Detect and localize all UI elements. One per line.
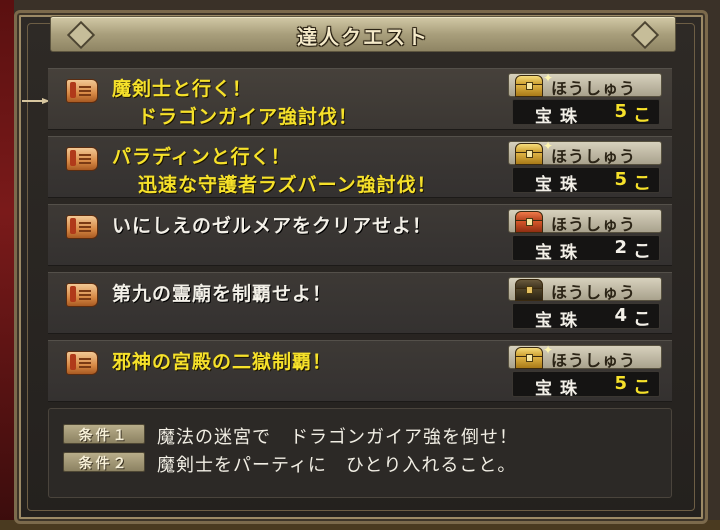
quest-title-line-1: 邪神の宮殿の二獄制覇！ (112, 351, 333, 373)
quest-title-line-1: 第九の霊廟を制覇せよ！ (112, 283, 333, 305)
scroll-icon (66, 215, 98, 239)
treasure-chest-icon: ✦ (515, 139, 553, 165)
reward-count: 2 (614, 237, 627, 258)
reward-header: ほうしゅう (508, 277, 662, 302)
reward-value: 宝珠 5 こ (512, 99, 660, 127)
reward-label: ほうしゅう (551, 215, 637, 234)
reward-box: ✦ ほうしゅう 宝珠 5 こ (508, 139, 662, 195)
reward-item-name: 宝珠 (535, 175, 585, 195)
reward-label: ほうしゅう (551, 79, 637, 98)
reward-box: ✦ ほうしゅう 宝珠 5 こ (508, 71, 662, 127)
quest-row[interactable]: 第九の霊廟を制覇せよ！ ほうしゅう 宝珠 4 こ (48, 272, 672, 334)
reward-value: 宝珠 5 こ (512, 167, 660, 195)
reward-value: 宝珠 4 こ (512, 303, 660, 331)
reward-value: 宝珠 2 こ (512, 235, 660, 263)
quest-title-line-2: ドラゴンガイア強討伐！ (138, 106, 359, 128)
reward-header: ✦ ほうしゅう (508, 71, 662, 98)
quest-row[interactable]: いにしえのゼルメアをクリアせよ！ ほうしゅう 宝珠 2 こ (48, 204, 672, 266)
reward-unit: こ (633, 241, 651, 262)
reward-item-name: 宝珠 (535, 311, 585, 331)
conditions-panel: 条件１ 魔法の迷宮で ドラゴンガイア強を倒せ！ 条件２ 魔剣士をパーティに ひと… (48, 408, 672, 498)
reward-box: ほうしゅう 宝珠 4 こ (508, 277, 662, 331)
condition-row: 条件１ 魔法の迷宮で ドラゴンガイア強を倒せ！ (63, 423, 663, 448)
reward-count: 5 (614, 169, 627, 190)
scroll-icon (66, 79, 98, 103)
reward-label: ほうしゅう (551, 147, 637, 166)
reward-box: ✦ ほうしゅう 宝珠 5 こ (508, 343, 662, 399)
quest-title-line-1: パラディンと行く！ (112, 146, 291, 168)
quest-title-line-1: 魔剣士と行く！ (112, 78, 253, 100)
reward-unit: こ (633, 309, 651, 330)
reward-value: 宝珠 5 こ (512, 371, 660, 399)
reward-count: 5 (614, 101, 627, 122)
reward-item-name: 宝珠 (535, 379, 585, 399)
treasure-chest-icon (515, 211, 543, 233)
title-bar: 達人クエスト (50, 16, 676, 52)
reward-label: ほうしゅう (551, 283, 637, 302)
background-left (0, 0, 14, 530)
reward-header: ✦ ほうしゅう (508, 139, 662, 166)
condition-text: 魔法の迷宮で ドラゴンガイア強を倒せ！ (157, 427, 518, 448)
condition-badge: 条件２ (63, 452, 145, 472)
reward-header: ✦ ほうしゅう (508, 343, 662, 370)
reward-count: 5 (614, 373, 627, 394)
quest-title-line-2: 迅速な守護者ラズバーン強討伐！ (138, 174, 437, 196)
quest-row[interactable]: 魔剣士と行く！ ドラゴンガイア強討伐！ ✦ ほうしゅう 宝珠 5 こ (48, 68, 672, 130)
quest-title-line-1: いにしえのゼルメアをクリアせよ！ (112, 215, 433, 237)
reward-count: 4 (614, 305, 627, 326)
treasure-chest-icon: ✦ (515, 71, 553, 97)
reward-label: ほうしゅう (551, 351, 637, 370)
condition-text: 魔剣士をパーティに ひとり入れること。 (157, 455, 517, 476)
reward-unit: こ (633, 377, 651, 398)
scroll-icon (66, 147, 98, 171)
reward-item-name: 宝珠 (535, 243, 585, 263)
reward-item-name: 宝珠 (535, 107, 585, 127)
window-title: 達人クエスト (297, 25, 429, 49)
treasure-chest-icon (515, 279, 543, 301)
quest-row[interactable]: パラディンと行く！ 迅速な守護者ラズバーン強討伐！ ✦ ほうしゅう 宝珠 5 こ (48, 136, 672, 198)
quest-row[interactable]: 邪神の宮殿の二獄制覇！ ✦ ほうしゅう 宝珠 5 こ (48, 340, 672, 402)
reward-unit: こ (633, 173, 651, 194)
condition-badge: 条件１ (63, 424, 145, 444)
treasure-chest-icon: ✦ (515, 343, 553, 369)
reward-box: ほうしゅう 宝珠 2 こ (508, 209, 662, 263)
scroll-icon (66, 351, 98, 375)
scroll-icon (66, 283, 98, 307)
reward-unit: こ (633, 105, 651, 126)
condition-row: 条件２ 魔剣士をパーティに ひとり入れること。 (63, 451, 663, 476)
reward-header: ほうしゅう (508, 209, 662, 234)
